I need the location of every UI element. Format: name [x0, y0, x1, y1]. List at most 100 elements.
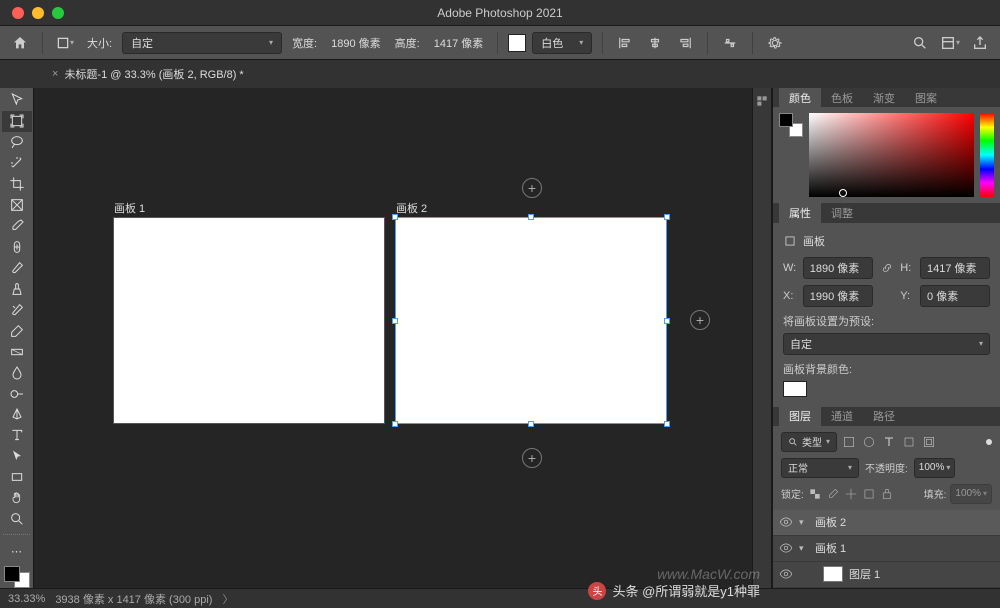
collapsed-panel-dock[interactable]: [752, 88, 772, 588]
hue-slider[interactable]: [980, 113, 994, 197]
pen-tool[interactable]: [2, 404, 32, 425]
visibility-icon[interactable]: [779, 515, 793, 529]
align-left-icon[interactable]: [613, 31, 637, 55]
close-tab-icon[interactable]: ×: [52, 68, 58, 80]
tab-properties[interactable]: 属性: [779, 203, 821, 222]
eyedropper-tool[interactable]: [2, 216, 32, 237]
lasso-tool[interactable]: [2, 132, 32, 153]
tab-adjustments[interactable]: 调整: [821, 203, 863, 222]
home-button[interactable]: [8, 31, 32, 55]
resize-handle-ne[interactable]: [664, 214, 670, 220]
frame-tool[interactable]: [2, 195, 32, 216]
filter-type-icon[interactable]: [881, 434, 897, 450]
layer-item-artboard-1[interactable]: ▾ 画板 1: [773, 536, 1000, 562]
size-preset-dropdown[interactable]: 自定▾: [122, 32, 282, 54]
artboard-1-label[interactable]: 画板 1: [114, 200, 145, 216]
height-value[interactable]: 1417 像素: [430, 35, 488, 51]
canvas-color-dropdown[interactable]: 白色▾: [532, 32, 592, 54]
add-artboard-bottom[interactable]: +: [522, 448, 542, 468]
opacity-value[interactable]: 100%▾: [914, 458, 956, 478]
filter-pixel-icon[interactable]: [841, 434, 857, 450]
layer-item-artboard-2[interactable]: ▾ 画板 2: [773, 510, 1000, 536]
resize-handle-n[interactable]: [528, 214, 534, 220]
resize-handle-w[interactable]: [392, 318, 398, 324]
align-center-icon[interactable]: [643, 31, 667, 55]
expand-icon[interactable]: ▾: [799, 543, 809, 554]
prop-w-input[interactable]: [803, 257, 873, 279]
tab-patterns[interactable]: 图案: [905, 88, 947, 107]
add-artboard-right[interactable]: +: [690, 310, 710, 330]
artboard-2-label[interactable]: 画板 2: [396, 200, 427, 216]
tab-color[interactable]: 颜色: [779, 88, 821, 107]
blur-tool[interactable]: [2, 362, 32, 383]
layer-item-layer-1[interactable]: 图层 1: [773, 562, 1000, 588]
window-zoom-button[interactable]: [52, 7, 64, 19]
dodge-tool[interactable]: [2, 383, 32, 404]
workspace-icon[interactable]: ▾: [938, 31, 962, 55]
resize-handle-sw[interactable]: [392, 421, 398, 427]
blend-mode-dropdown[interactable]: 正常▾: [781, 458, 859, 478]
gear-icon[interactable]: [763, 31, 787, 55]
healing-brush-tool[interactable]: [2, 237, 32, 258]
lock-all-icon[interactable]: [880, 487, 894, 501]
crop-tool[interactable]: [2, 174, 32, 195]
tab-gradients[interactable]: 渐变: [863, 88, 905, 107]
lock-artboard-icon[interactable]: [862, 487, 876, 501]
document-tab[interactable]: × 未标题-1 @ 33.3% (画板 2, RGB/8) *: [40, 60, 256, 88]
fill-value[interactable]: 100%▾: [950, 484, 992, 504]
tab-channels[interactable]: 通道: [821, 407, 863, 426]
brush-tool[interactable]: [2, 258, 32, 279]
filter-smart-icon[interactable]: [921, 434, 937, 450]
artboard-2[interactable]: 画板 2: [396, 218, 666, 423]
lock-pixels-icon[interactable]: [826, 487, 840, 501]
layer-thumbnail[interactable]: [823, 566, 843, 582]
prop-x-input[interactable]: [803, 285, 873, 307]
artboard-preset-icon[interactable]: ▾: [53, 31, 77, 55]
color-swatches[interactable]: [4, 566, 30, 588]
bg-color-swatch[interactable]: [783, 381, 807, 397]
filter-toggle[interactable]: [986, 439, 992, 445]
gradient-tool[interactable]: [2, 341, 32, 362]
preset-dropdown[interactable]: 自定▾: [783, 333, 990, 355]
canvas[interactable]: 画板 1 画板 2 + + +: [34, 88, 752, 588]
color-field[interactable]: [809, 113, 974, 197]
tab-layers[interactable]: 图层: [779, 407, 821, 426]
resize-handle-e[interactable]: [664, 318, 670, 324]
window-close-button[interactable]: [12, 7, 24, 19]
color-fgbg[interactable]: [779, 113, 803, 137]
tab-paths[interactable]: 路径: [863, 407, 905, 426]
move-tool[interactable]: [2, 90, 32, 111]
align-right-icon[interactable]: [673, 31, 697, 55]
tab-swatches[interactable]: 色板: [821, 88, 863, 107]
canvas-color-swatch[interactable]: [508, 34, 526, 52]
visibility-icon[interactable]: [779, 541, 793, 555]
lock-position-icon[interactable]: [844, 487, 858, 501]
resize-handle-se[interactable]: [664, 421, 670, 427]
path-selection-tool[interactable]: [2, 446, 32, 467]
doc-info[interactable]: 3938 像素 x 1417 像素 (300 ppi): [55, 591, 212, 607]
add-artboard-top[interactable]: +: [522, 178, 542, 198]
rectangle-tool[interactable]: [2, 467, 32, 488]
type-tool[interactable]: [2, 425, 32, 446]
expand-icon[interactable]: ▾: [799, 517, 809, 528]
distribute-icon[interactable]: [718, 31, 742, 55]
width-value[interactable]: 1890 像素: [327, 35, 385, 51]
share-icon[interactable]: [968, 31, 992, 55]
hand-tool[interactable]: [2, 488, 32, 509]
visibility-icon[interactable]: [779, 567, 793, 581]
history-brush-tool[interactable]: [2, 299, 32, 320]
prop-y-input[interactable]: [920, 285, 990, 307]
resize-handle-s[interactable]: [528, 421, 534, 427]
resize-handle-nw[interactable]: [392, 214, 398, 220]
link-wh-icon[interactable]: [879, 262, 894, 274]
window-minimize-button[interactable]: [32, 7, 44, 19]
layer-kind-filter[interactable]: 类型▾: [781, 432, 837, 452]
artboard-tool[interactable]: [2, 111, 32, 132]
lock-transparency-icon[interactable]: [808, 487, 822, 501]
artboard-1[interactable]: 画板 1: [114, 218, 384, 423]
zoom-level[interactable]: 33.33%: [8, 593, 45, 605]
magic-wand-tool[interactable]: [2, 153, 32, 174]
filter-shape-icon[interactable]: [901, 434, 917, 450]
eraser-tool[interactable]: [2, 320, 32, 341]
prop-h-input[interactable]: [920, 257, 990, 279]
